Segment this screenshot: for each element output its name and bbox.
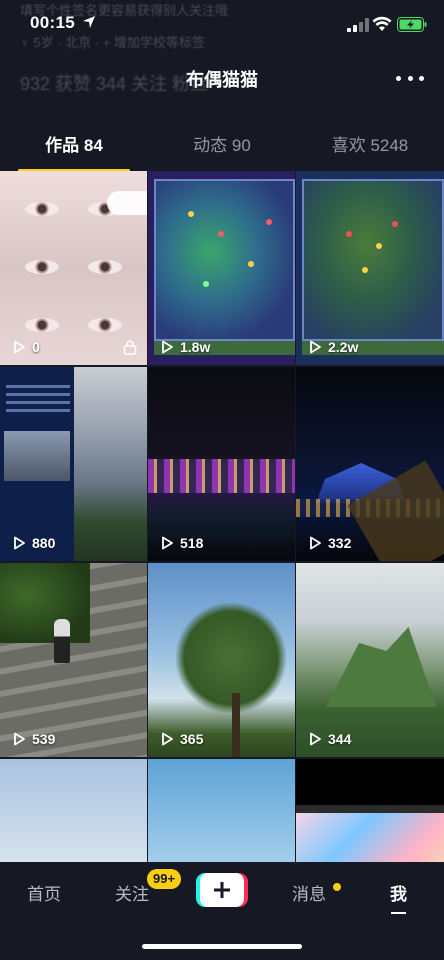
play-icon xyxy=(162,340,173,354)
video-thumbnail[interactable]: 365 xyxy=(148,563,295,757)
play-count: 1.8w xyxy=(160,339,210,355)
play-icon xyxy=(162,732,173,746)
play-count: 365 xyxy=(160,731,203,747)
follow-badge: 99+ xyxy=(147,869,182,889)
play-count: 344 xyxy=(308,731,351,747)
play-count-value: 1.8w xyxy=(180,339,211,355)
play-icon xyxy=(14,536,25,550)
play-count-value: 332 xyxy=(328,535,352,551)
play-count: 332 xyxy=(308,535,351,551)
tab-works[interactable]: 作品 84 xyxy=(0,126,148,172)
profile-tabs: 作品 84 动态 90 喜欢 5248 xyxy=(0,126,444,172)
cellular-signal-icon xyxy=(347,18,369,32)
profile-tags: ♀ 5岁 · 北京 · + 增加学校等标签 xyxy=(20,35,205,50)
nav-follow[interactable]: 关注 xyxy=(115,880,149,905)
play-count-value: 365 xyxy=(180,731,204,747)
play-count-value: 2.2w xyxy=(328,339,359,355)
signature-hint: 填写个性签名更容易获得别人关注哦 xyxy=(20,3,229,18)
play-count: 2.2w xyxy=(308,339,358,355)
messages-dot-badge xyxy=(333,883,341,891)
profile-title: 布偶猫猫 xyxy=(186,70,258,90)
play-count-value: 539 xyxy=(32,731,56,747)
create-video-button[interactable] xyxy=(196,873,248,907)
play-count-value: 0 xyxy=(32,339,40,355)
tab-likes[interactable]: 喜欢 5248 xyxy=(296,126,444,170)
play-count: 539 xyxy=(12,731,55,747)
video-thumbnail[interactable]: 1.8w xyxy=(148,171,295,365)
more-options-icon[interactable] xyxy=(396,68,424,88)
play-count-value: 344 xyxy=(328,731,352,747)
play-count-value: 880 xyxy=(32,535,56,551)
play-count: 518 xyxy=(160,535,203,551)
play-icon xyxy=(14,732,25,746)
play-icon xyxy=(310,340,321,354)
lock-icon xyxy=(123,340,137,355)
home-indicator xyxy=(142,944,302,949)
video-grid: 0 1.8w 2.2w 880 518 332 539 365 344 xyxy=(0,171,444,953)
play-count: 0 xyxy=(12,339,40,355)
play-icon xyxy=(310,732,321,746)
battery-charging-icon xyxy=(397,17,427,32)
play-count-value: 518 xyxy=(180,535,204,551)
play-icon xyxy=(14,340,25,354)
tab-moments[interactable]: 动态 90 xyxy=(148,126,296,170)
nav-home[interactable]: 首页 xyxy=(27,880,61,905)
video-thumbnail[interactable]: 0 xyxy=(0,171,147,365)
video-thumbnail[interactable]: 344 xyxy=(296,563,444,757)
plus-icon xyxy=(200,873,244,907)
play-icon xyxy=(162,536,173,550)
video-thumbnail[interactable]: 539 xyxy=(0,563,147,757)
nav-me[interactable]: 我 xyxy=(390,880,407,914)
play-icon xyxy=(310,536,321,550)
video-thumbnail[interactable]: 880 xyxy=(0,367,147,561)
wifi-icon xyxy=(372,16,392,31)
video-thumbnail[interactable]: 2.2w xyxy=(296,171,444,365)
video-thumbnail[interactable]: 332 xyxy=(296,367,444,561)
video-thumbnail[interactable]: 518 xyxy=(148,367,295,561)
nav-messages[interactable]: 消息 xyxy=(292,880,326,905)
play-count: 880 xyxy=(12,535,55,551)
